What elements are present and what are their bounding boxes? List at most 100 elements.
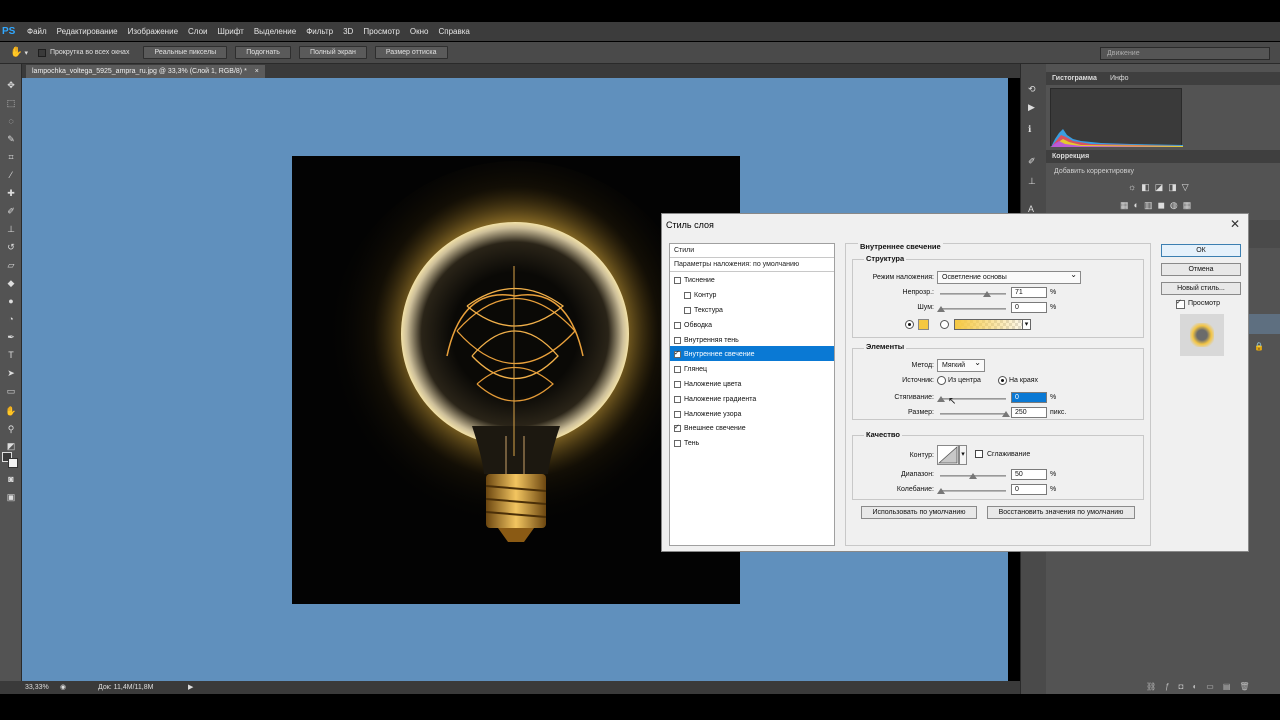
contour-dropdown-icon[interactable]: ▾ [959, 445, 967, 465]
style-item[interactable]: Текстура [670, 302, 834, 317]
menu-filter[interactable]: Фильтр [301, 27, 338, 36]
type-tool-icon[interactable]: T [3, 348, 19, 362]
shape-tool-icon[interactable]: ▭ [3, 384, 19, 398]
style-item[interactable]: Тень [670, 435, 834, 450]
gradient-dropdown-icon[interactable]: ▾ [1022, 319, 1031, 330]
menu-type[interactable]: Шрифт [212, 27, 248, 36]
style-item[interactable]: Глянец [670, 361, 834, 376]
style-item[interactable]: Наложение узора [670, 405, 834, 420]
style-item-checkbox[interactable] [674, 410, 681, 418]
menu-help[interactable]: Справка [433, 27, 474, 36]
ok-button[interactable]: ОК [1161, 244, 1241, 257]
menu-layer[interactable]: Слои [183, 27, 212, 36]
style-item-checkbox[interactable] [674, 423, 681, 433]
cancel-button[interactable]: Отмена [1161, 263, 1241, 276]
jitter-input[interactable]: 0 [1011, 484, 1047, 495]
brush-tool-icon[interactable]: ✐ [3, 204, 19, 218]
style-item[interactable]: Тиснение [670, 272, 834, 287]
tab-histogram[interactable]: Гистограмма [1052, 75, 1097, 82]
adjustment-icons-row-2[interactable]: ▦◐▥◼◍▦ [1120, 200, 1196, 211]
reset-default-button[interactable]: Восстановить значения по умолчанию [987, 506, 1135, 519]
menu-select[interactable]: Выделение [249, 27, 301, 36]
style-item-checkbox[interactable] [674, 321, 681, 329]
play-actions-icon[interactable]: ▶ [1028, 102, 1035, 113]
gradient-radio[interactable] [940, 320, 949, 329]
history-brush-tool-icon[interactable]: ↺ [3, 240, 19, 254]
glow-gradient-picker[interactable] [954, 319, 1028, 330]
new-style-button[interactable]: Новый стиль... [1161, 282, 1241, 295]
style-item[interactable]: Контур [670, 287, 834, 302]
quick-select-tool-icon[interactable]: ✎ [3, 132, 19, 146]
style-item-checkbox[interactable] [674, 366, 681, 374]
noise-slider-thumb[interactable] [937, 306, 945, 312]
menu-image[interactable]: Изображение [123, 27, 183, 36]
style-item-checkbox[interactable] [674, 440, 681, 448]
range-slider-thumb[interactable] [969, 473, 977, 479]
source-edge-radio[interactable] [998, 376, 1007, 385]
layers-footer-icons[interactable]: ⛓ƒ◘◐▭▤🗑 [1146, 682, 1259, 691]
style-item[interactable]: Внешнее свечение [670, 420, 834, 435]
paint-bucket-tool-icon[interactable]: ◆ [3, 276, 19, 290]
contour-preview[interactable] [937, 445, 959, 465]
menu-file[interactable]: Файл [22, 27, 52, 36]
tab-adjustments[interactable]: Коррекция [1052, 153, 1089, 160]
default-colors-icon[interactable]: ◩ [3, 439, 19, 453]
style-item-checkbox[interactable] [674, 349, 681, 359]
jitter-slider-thumb[interactable] [937, 488, 945, 494]
stamp-tool-icon[interactable]: ⊥ [3, 222, 19, 236]
size-input[interactable]: 250 [1011, 407, 1047, 418]
blend-mode-select[interactable]: Осветление основы [937, 271, 1081, 284]
eraser-tool-icon[interactable]: ▱ [3, 258, 19, 272]
style-item[interactable]: Наложение цвета [670, 376, 834, 391]
source-center-radio[interactable] [937, 376, 946, 385]
choke-slider-thumb[interactable] [937, 396, 945, 402]
eyedropper-tool-icon[interactable]: ⁄ [3, 168, 19, 182]
pen-tool-icon[interactable]: ✒ [3, 330, 19, 344]
close-tab-icon[interactable]: × [255, 68, 259, 75]
style-item[interactable]: Обводка [670, 316, 834, 331]
zoom-tool-icon[interactable]: ⚲ [3, 422, 19, 436]
style-item-checkbox[interactable] [684, 306, 691, 314]
zoom-level[interactable]: 33,33% [25, 684, 49, 691]
menu-3d[interactable]: 3D [338, 27, 358, 36]
tool-preset-dropdown[interactable]: ▾ [24, 49, 28, 57]
menu-view[interactable]: Просмотр [358, 27, 405, 36]
make-default-button[interactable]: Использовать по умолчанию [861, 506, 977, 519]
size-slider[interactable] [940, 413, 1006, 415]
path-select-tool-icon[interactable]: ➤ [3, 366, 19, 380]
noise-slider[interactable] [940, 308, 1006, 310]
style-item-checkbox[interactable] [674, 336, 681, 344]
quick-mask-icon[interactable]: ◙ [3, 472, 19, 486]
status-menu-arrow-icon[interactable]: ▶ [188, 683, 193, 691]
style-item[interactable]: Внутренняя тень [670, 331, 834, 346]
history-panel-icon[interactable]: ⟲ [1028, 84, 1036, 95]
tab-info[interactable]: Инфо [1110, 75, 1129, 82]
dodge-tool-icon[interactable]: ◔ [3, 312, 19, 326]
range-input[interactable]: 50 [1011, 469, 1047, 480]
style-item-checkbox[interactable] [674, 395, 681, 403]
workspace-select[interactable]: Движение [1100, 47, 1270, 60]
preview-checkbox[interactable] [1176, 298, 1185, 309]
close-dialog-icon[interactable]: ✕ [1230, 217, 1240, 231]
scroll-all-checkbox[interactable] [37, 48, 46, 57]
antialias-checkbox[interactable] [975, 450, 983, 458]
marquee-tool-icon[interactable]: ⬚ [3, 96, 19, 110]
choke-input[interactable]: 0 [1011, 392, 1047, 403]
size-slider-thumb[interactable] [1002, 411, 1010, 417]
method-select[interactable]: Мягкий [937, 359, 985, 372]
glow-color-swatch[interactable] [918, 319, 929, 330]
styles-header[interactable]: Стили [670, 244, 834, 258]
fit-screen-button[interactable]: Подогнать [235, 46, 291, 59]
opacity-slider-thumb[interactable] [982, 291, 991, 297]
style-item-checkbox[interactable] [674, 277, 681, 285]
document-tab[interactable]: lampochka_voltega_5925_ampra_ru.jpg @ 33… [26, 65, 265, 78]
print-size-button[interactable]: Размер оттиска [374, 46, 448, 59]
menu-window[interactable]: Окно [405, 27, 434, 36]
properties-icon[interactable]: ℹ [1028, 124, 1031, 135]
crop-tool-icon[interactable]: ⌗ [3, 150, 19, 164]
style-item-checkbox[interactable] [674, 380, 681, 388]
lasso-tool-icon[interactable]: ◌ [3, 114, 19, 128]
opacity-slider[interactable] [940, 293, 1006, 295]
blending-options-item[interactable]: Параметры наложения: по умолчанию [670, 258, 834, 272]
opacity-input[interactable]: 71 [1011, 287, 1047, 298]
